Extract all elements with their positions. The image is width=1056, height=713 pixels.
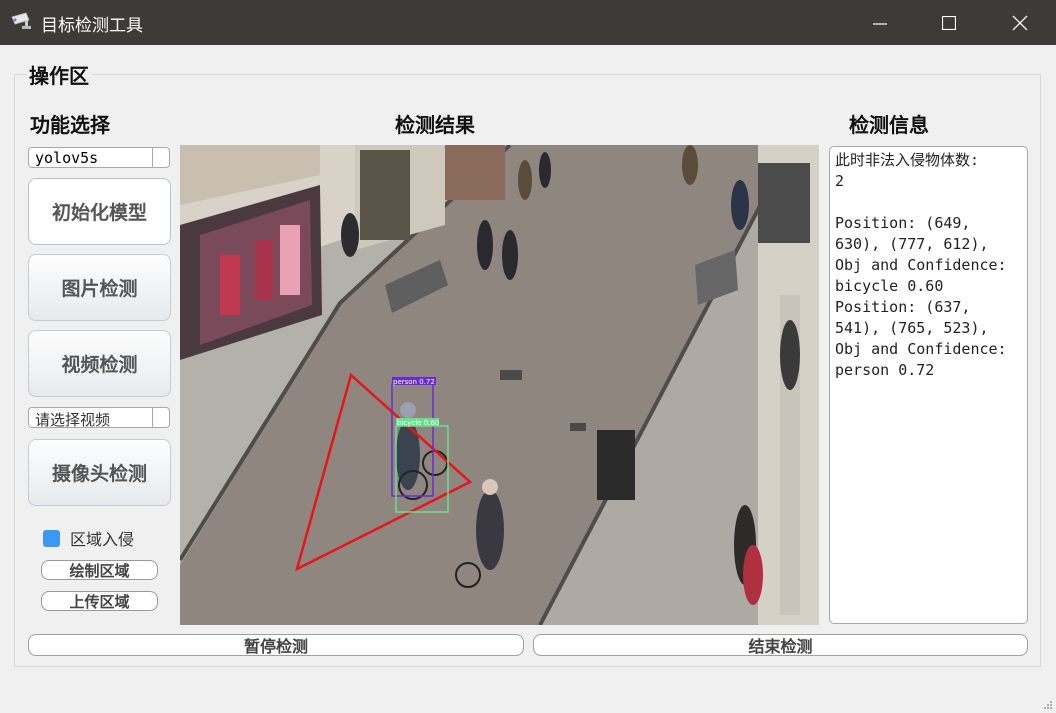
detection-info-text[interactable]: 此时非法入侵物体数: 2 Position: (649, 630), (777,… [829,146,1028,624]
video-detect-button[interactable]: 视频检测 [28,330,171,397]
model-select[interactable]: yolov5s [28,147,170,168]
model-select-value: yolov5s [35,149,99,167]
resize-grip-icon[interactable] [1043,700,1053,710]
group-title: 操作区 [26,60,92,89]
init-model-button[interactable]: 初始化模型 [28,178,171,245]
street-scene-image: person 0.72 bicycle 0.60 [180,145,819,625]
minimize-button[interactable] [857,0,903,45]
minimize-icon [873,22,887,25]
maximize-icon [942,15,956,30]
draw-region-button[interactable]: 绘制区域 [41,560,158,580]
region-intrusion-label: 区域入侵 [70,530,135,549]
pause-detection-button[interactable]: 暂停检测 [28,634,524,656]
bicycle-label: bicycle 0.60 [397,419,439,427]
region-intrusion-checkbox[interactable] [43,529,60,547]
detection-view: person 0.72 bicycle 0.60 [180,145,819,625]
close-icon [1012,15,1028,30]
camera-detect-button[interactable]: 摄像头检测 [28,439,171,506]
combo-separator [152,148,153,167]
result-heading: 检测结果 [395,113,475,137]
window-title: 目标检测工具 [41,16,143,36]
region-intrusion-checkbox-row[interactable]: 区域入侵 [43,528,135,549]
video-select[interactable]: 请选择视频 [28,407,170,429]
upload-region-button[interactable]: 上传区域 [41,591,158,611]
close-button[interactable] [997,0,1043,45]
camera-icon [11,12,31,29]
video-select-placeholder: 请选择视频 [35,411,111,429]
person-label: person 0.72 [393,378,435,386]
image-detect-button[interactable]: 图片检测 [28,254,171,321]
function-heading: 功能选择 [30,113,110,137]
stop-detection-button[interactable]: 结束检测 [533,634,1028,656]
maximize-button[interactable] [926,0,972,45]
combo-separator [152,408,153,427]
title-bar: 目标检测工具 [0,0,1056,45]
info-heading: 检测信息 [849,113,929,137]
